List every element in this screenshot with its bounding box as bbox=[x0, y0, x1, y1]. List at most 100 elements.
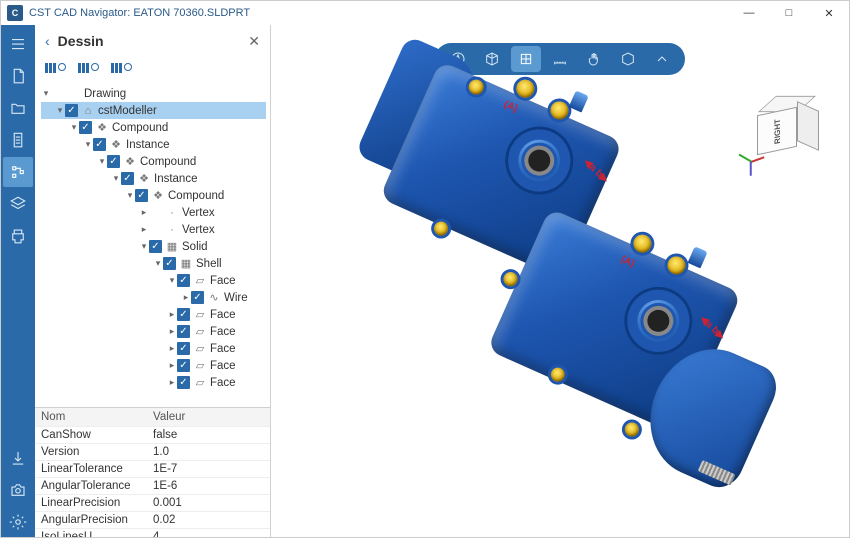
tree-label: Instance bbox=[126, 139, 169, 151]
tree-arrow-icon[interactable]: ▾ bbox=[153, 258, 163, 269]
document-icon[interactable] bbox=[3, 125, 33, 155]
tree-icon[interactable] bbox=[3, 157, 33, 187]
property-row[interactable]: IsoLinesU4 bbox=[35, 528, 270, 537]
tree-arrow-icon[interactable]: ▸ bbox=[167, 309, 177, 320]
tree-checkbox[interactable]: ✓ bbox=[65, 104, 78, 117]
tree-label: Shell bbox=[196, 258, 222, 270]
tree-row[interactable]: ▾✓▦Shell bbox=[41, 255, 266, 272]
nav-axes bbox=[747, 147, 767, 167]
tree-arrow-icon[interactable]: ▸ bbox=[139, 224, 149, 235]
tree-row[interactable]: ▸✓▱Face bbox=[41, 306, 266, 323]
tree-label: Compound bbox=[168, 190, 224, 202]
nav-cube-side[interactable] bbox=[797, 101, 819, 151]
model-tree[interactable]: ▾Drawing▾✓⌂cstModeller▾✓❖Compound▾✓❖Inst… bbox=[35, 83, 270, 407]
tree-arrow-icon[interactable]: ▾ bbox=[111, 173, 121, 184]
tree-row[interactable]: ▾✓❖Compound bbox=[41, 153, 266, 170]
nav-cube[interactable]: RIGHT bbox=[753, 95, 819, 161]
tree-row[interactable]: ▾✓❖Compound bbox=[41, 119, 266, 136]
tree-checkbox[interactable]: ✓ bbox=[135, 189, 148, 202]
collapse-all-button[interactable] bbox=[78, 63, 99, 73]
tree-checkbox[interactable]: ✓ bbox=[177, 274, 190, 287]
menu-icon[interactable] bbox=[3, 29, 33, 59]
tree-row[interactable]: ▾✓❖Compound bbox=[41, 187, 266, 204]
tree-row[interactable]: ▾✓▱Face bbox=[41, 272, 266, 289]
tree-arrow-icon[interactable]: ▾ bbox=[167, 275, 177, 286]
tree-checkbox[interactable]: ✓ bbox=[163, 257, 176, 270]
tree-type-icon: ⌂ bbox=[81, 104, 95, 118]
tree-row[interactable]: ▾Drawing bbox=[41, 85, 266, 102]
tree-row[interactable]: ▾✓▦Solid bbox=[41, 238, 266, 255]
tree-row[interactable]: ▾✓❖Instance bbox=[41, 136, 266, 153]
tree-checkbox[interactable]: ✓ bbox=[107, 155, 120, 168]
settings-icon[interactable] bbox=[3, 507, 33, 537]
tree-checkbox[interactable]: ✓ bbox=[177, 376, 190, 389]
tree-arrow-icon[interactable]: ▸ bbox=[167, 377, 177, 388]
open-file-icon[interactable] bbox=[3, 93, 33, 123]
properties-table: Nom Valeur CanShowfalseVersion1.0LinearT… bbox=[35, 407, 270, 537]
tree-arrow-icon[interactable]: ▸ bbox=[167, 360, 177, 371]
tree-arrow-icon[interactable]: ▸ bbox=[181, 292, 191, 303]
tree-row[interactable]: ▸·Vertex bbox=[41, 221, 266, 238]
tree-checkbox[interactable]: ✓ bbox=[177, 308, 190, 321]
print-icon[interactable] bbox=[3, 221, 33, 251]
tree-type-icon: ▱ bbox=[193, 342, 207, 356]
collapse-up-icon[interactable] bbox=[647, 46, 677, 72]
tree-arrow-icon[interactable]: ▾ bbox=[69, 122, 79, 133]
panel-header: ‹ Dessin ✕ bbox=[35, 25, 270, 57]
property-name: IsoLinesU bbox=[35, 529, 147, 537]
tree-checkbox[interactable]: ✓ bbox=[121, 172, 134, 185]
tree-arrow-icon[interactable]: ▾ bbox=[139, 241, 149, 252]
property-row[interactable]: LinearTolerance1E-7 bbox=[35, 460, 270, 477]
minimize-button[interactable]: — bbox=[729, 1, 769, 25]
tree-arrow-icon[interactable]: ▾ bbox=[55, 105, 65, 116]
tree-checkbox[interactable]: ✓ bbox=[79, 121, 92, 134]
tree-row[interactable]: ▸✓▱Face bbox=[41, 357, 266, 374]
toggle-visibility-button[interactable] bbox=[111, 63, 132, 73]
viewport-3d[interactable]: RIGHT (A)◀a b▶ (A)◀a b▶ bbox=[271, 25, 849, 537]
pan-icon[interactable] bbox=[579, 46, 609, 72]
property-row[interactable]: Version1.0 bbox=[35, 443, 270, 460]
tree-type-icon bbox=[67, 87, 81, 101]
maximize-button[interactable]: □ bbox=[769, 1, 809, 25]
camera-icon[interactable] bbox=[3, 475, 33, 505]
panel-close-icon[interactable]: ✕ bbox=[248, 33, 260, 50]
measure-icon[interactable] bbox=[545, 46, 575, 72]
tree-row[interactable]: ▸✓▱Face bbox=[41, 323, 266, 340]
tree-checkbox[interactable]: ✓ bbox=[177, 342, 190, 355]
tree-row[interactable]: ▾✓⌂cstModeller bbox=[41, 102, 266, 119]
export-icon[interactable] bbox=[3, 443, 33, 473]
tree-arrow-icon[interactable]: ▾ bbox=[97, 156, 107, 167]
tree-checkbox[interactable]: ✓ bbox=[93, 138, 106, 151]
tree-arrow-icon[interactable]: ▾ bbox=[125, 190, 135, 201]
panel-tools bbox=[35, 57, 270, 83]
layers-icon[interactable] bbox=[3, 189, 33, 219]
back-icon[interactable]: ‹ bbox=[45, 33, 50, 49]
tree-checkbox[interactable]: ✓ bbox=[177, 325, 190, 338]
tree-row[interactable]: ▸✓▱Face bbox=[41, 340, 266, 357]
tree-arrow-icon[interactable]: ▸ bbox=[139, 207, 149, 218]
property-row[interactable]: AngularTolerance1E-6 bbox=[35, 477, 270, 494]
tree-checkbox[interactable]: ✓ bbox=[177, 359, 190, 372]
property-row[interactable]: AngularPrecision0.02 bbox=[35, 511, 270, 528]
tree-row[interactable]: ▸✓▱Face bbox=[41, 374, 266, 391]
tree-row[interactable]: ▸✓∿Wire bbox=[41, 289, 266, 306]
property-value: 1.0 bbox=[147, 444, 270, 460]
tree-type-icon: ❖ bbox=[151, 189, 165, 203]
expand-all-button[interactable] bbox=[45, 63, 66, 73]
new-file-icon[interactable] bbox=[3, 61, 33, 91]
property-row[interactable]: CanShowfalse bbox=[35, 426, 270, 443]
tree-arrow-icon[interactable]: ▾ bbox=[83, 139, 93, 150]
tree-label: Vertex bbox=[182, 224, 215, 236]
tree-row[interactable]: ▾✓❖Instance bbox=[41, 170, 266, 187]
tree-arrow-icon[interactable]: ▸ bbox=[167, 343, 177, 354]
tree-checkbox[interactable]: ✓ bbox=[191, 291, 204, 304]
close-button[interactable]: ✕ bbox=[809, 1, 849, 25]
tree-row[interactable]: ▸·Vertex bbox=[41, 204, 266, 221]
tree-arrow-icon[interactable]: ▾ bbox=[41, 88, 51, 99]
tree-checkbox[interactable]: ✓ bbox=[149, 240, 162, 253]
box-icon[interactable] bbox=[613, 46, 643, 72]
tree-arrow-icon[interactable]: ▸ bbox=[167, 326, 177, 337]
tree-type-icon: ❖ bbox=[109, 138, 123, 152]
property-row[interactable]: LinearPrecision0.001 bbox=[35, 494, 270, 511]
tree-label: Face bbox=[210, 360, 236, 372]
